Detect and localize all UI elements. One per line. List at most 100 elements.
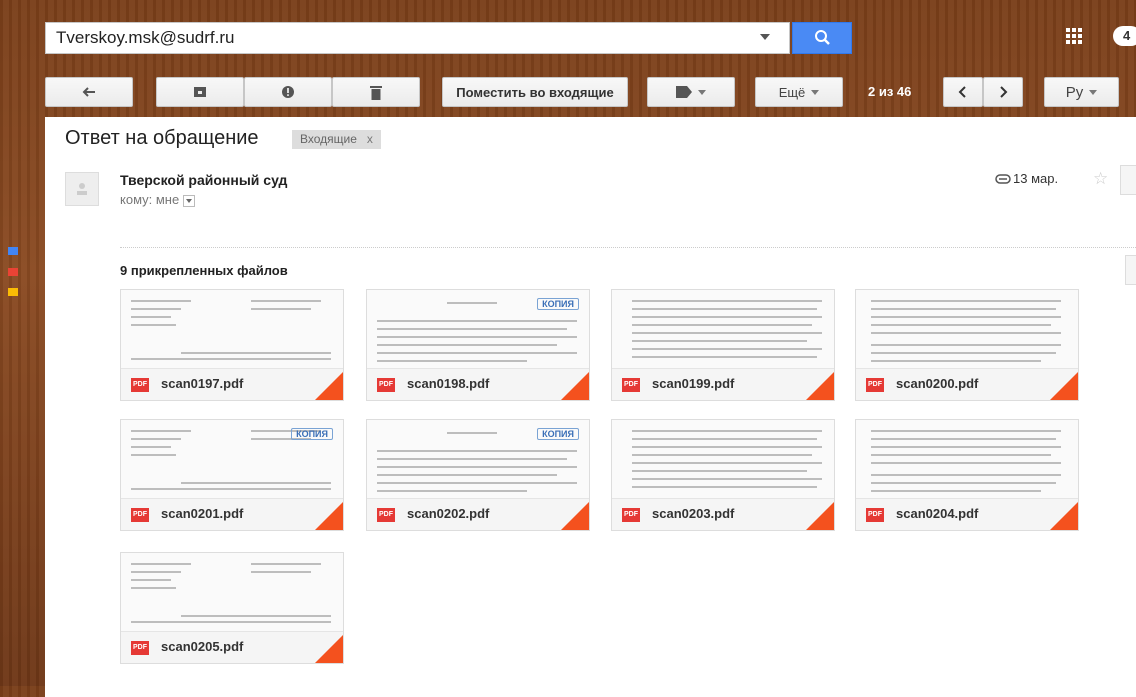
trash-icon (370, 85, 382, 100)
attachment-thumbnail (856, 290, 1078, 368)
pdf-file-icon: PDF (131, 508, 149, 522)
document-text-line (871, 430, 1061, 432)
label-tag-icon (676, 86, 692, 98)
attachment-filename: scan0205.pdf (161, 639, 244, 654)
document-text-line (447, 432, 497, 434)
back-arrow-icon (82, 87, 95, 97)
search-options-chevron-icon[interactable] (760, 34, 770, 40)
attachment-card[interactable]: PDF scan0200.pdf (855, 289, 1079, 401)
document-text-line (632, 348, 822, 350)
attachment-filename: scan0200.pdf (896, 376, 979, 391)
next-button[interactable] (983, 77, 1023, 107)
page-corner-icon (1048, 502, 1078, 530)
attachment-filename: scan0203.pdf (652, 506, 735, 521)
back-button[interactable] (45, 77, 133, 107)
document-text-line (251, 300, 321, 302)
delete-button[interactable] (332, 77, 420, 107)
pdf-file-icon: PDF (377, 378, 395, 392)
attachment-filename: scan0198.pdf (407, 376, 490, 391)
archive-icon (194, 87, 206, 97)
attachment-card[interactable]: КОПИЯ PDF scan0201.pdf (120, 419, 344, 531)
document-text-line (131, 446, 171, 448)
attachment-footer: PDF scan0203.pdf (612, 498, 834, 530)
document-text-line (447, 302, 497, 304)
attachment-thumbnail (121, 290, 343, 368)
attachment-filename: scan0204.pdf (896, 506, 979, 521)
document-text-line (871, 474, 1061, 476)
input-language-button[interactable]: Ру (1044, 77, 1119, 107)
attachment-card[interactable]: PDF scan0205.pdf (120, 552, 344, 664)
document-text-line (871, 482, 1056, 484)
message-subject: Ответ на обращение (65, 127, 259, 149)
document-text-line (377, 450, 577, 452)
page-corner-icon (804, 502, 834, 530)
pager-count: 2 из 46 (868, 84, 912, 99)
archive-button[interactable] (156, 77, 244, 107)
document-text-line (131, 454, 176, 456)
document-text-line (632, 438, 817, 440)
document-text-line (131, 316, 171, 318)
page-corner-icon (559, 372, 589, 400)
document-text-line (871, 462, 1061, 464)
star-icon[interactable]: ☆ (1093, 169, 1108, 189)
search-input[interactable] (45, 22, 790, 54)
document-text-line (871, 316, 1061, 318)
attachment-thumbnail: КОПИЯ (367, 420, 589, 498)
attachment-card[interactable]: PDF scan0199.pdf (611, 289, 835, 401)
document-text-line (377, 320, 577, 322)
side-marker-orange (8, 288, 18, 296)
more-label: Ещё (778, 84, 806, 100)
apps-grid-icon[interactable] (1066, 28, 1082, 44)
message-date: 13 мар. (1013, 171, 1059, 186)
document-text-line (377, 344, 557, 346)
move-to-inbox-button[interactable]: Поместить во входящие (442, 77, 628, 107)
search-icon (815, 30, 830, 45)
more-button[interactable]: Ещё (755, 77, 843, 107)
paperclip-icon (995, 174, 1011, 184)
document-text-line (632, 478, 822, 480)
sender-name[interactable]: Тверской районный суд (120, 172, 287, 188)
copy-stamp: КОПИЯ (291, 428, 333, 440)
pdf-file-icon: PDF (622, 508, 640, 522)
document-text-line (632, 316, 822, 318)
document-text-line (131, 488, 331, 490)
page-corner-icon (559, 502, 589, 530)
report-spam-button[interactable] (244, 77, 332, 107)
attachment-card[interactable]: КОПИЯ PDF scan0198.pdf (366, 289, 590, 401)
side-marker-red (8, 268, 18, 276)
pdf-file-icon: PDF (377, 508, 395, 522)
download-all-button[interactable] (1125, 255, 1136, 285)
search-button[interactable] (792, 22, 852, 54)
attachment-card[interactable]: PDF scan0204.pdf (855, 419, 1079, 531)
attachment-card[interactable]: PDF scan0197.pdf (120, 289, 344, 401)
reply-button[interactable] (1120, 165, 1136, 195)
person-icon (77, 183, 87, 195)
document-text-line (181, 482, 331, 484)
attachment-footer: PDF scan0202.pdf (367, 498, 589, 530)
document-text-line (632, 308, 817, 310)
document-text-line (377, 352, 577, 354)
attachment-thumbnail (612, 420, 834, 498)
attachment-card[interactable]: PDF scan0203.pdf (611, 419, 835, 531)
document-text-line (131, 430, 191, 432)
attachment-card[interactable]: КОПИЯ PDF scan0202.pdf (366, 419, 590, 531)
spam-icon (282, 86, 294, 98)
document-text-line (871, 360, 1041, 362)
inbox-label-chip[interactable]: Входящие x (292, 130, 381, 149)
labels-button[interactable] (647, 77, 735, 107)
prev-button[interactable] (943, 77, 983, 107)
document-text-line (632, 470, 807, 472)
document-text-line (251, 571, 311, 573)
details-dropdown-icon[interactable] (183, 194, 196, 207)
document-text-line (377, 360, 527, 362)
label-chip-text: Входящие (300, 132, 357, 146)
remove-label-icon[interactable]: x (367, 132, 373, 146)
attachment-filename: scan0202.pdf (407, 506, 490, 521)
document-text-line (377, 474, 557, 476)
document-text-line (871, 332, 1061, 334)
document-text-line (632, 356, 817, 358)
document-text-line (181, 352, 331, 354)
notification-badge[interactable]: 4 (1113, 26, 1136, 46)
attachment-thumbnail (612, 290, 834, 368)
document-text-line (871, 446, 1061, 448)
